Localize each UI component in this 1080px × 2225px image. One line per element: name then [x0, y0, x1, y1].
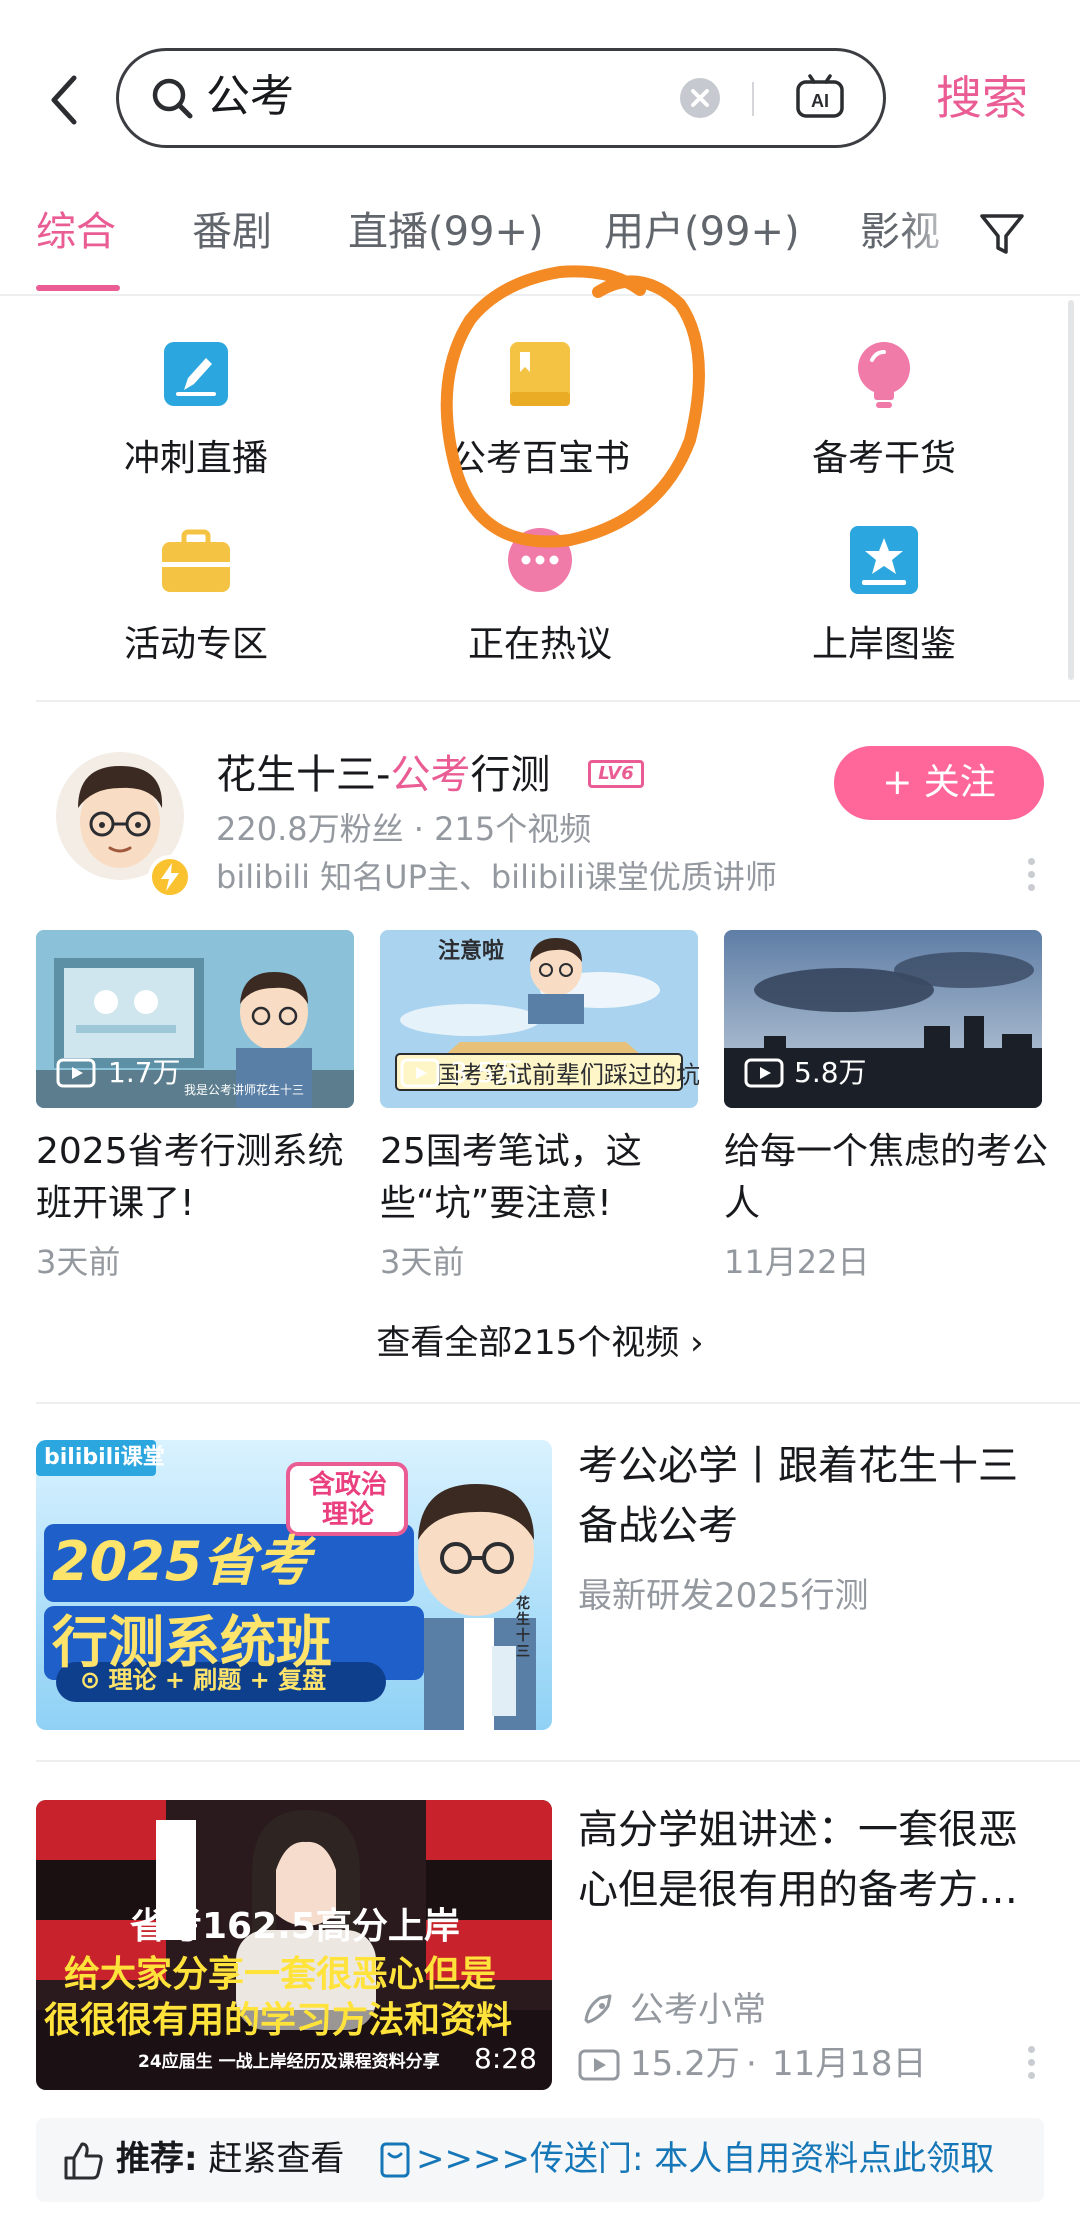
- video-title[interactable]: 考公必学丨跟着花生十三备战公考: [578, 1436, 1048, 1556]
- briefcase-icon: [162, 529, 230, 592]
- follow-button[interactable]: + 关注: [834, 746, 1044, 820]
- back-button[interactable]: [44, 70, 84, 130]
- meta-separator: ·: [746, 2044, 757, 2084]
- search-input[interactable]: 公考: [206, 66, 294, 128]
- entry-label: 公考百宝书: [449, 438, 630, 479]
- section-divider: [36, 1760, 1080, 1762]
- level-badge: LV6: [588, 760, 644, 788]
- filter-button[interactable]: [974, 206, 1030, 262]
- video-subtitle: 最新研发2025行测: [578, 1576, 869, 1616]
- view-all-videos-link[interactable]: 查看全部215个视频 ›: [0, 1318, 1080, 1368]
- video-title[interactable]: 2025省考行测系统班开课了!: [36, 1126, 366, 1230]
- video-duration: 8:28: [474, 2042, 537, 2075]
- view-count: 1.7万: [108, 1056, 181, 1089]
- chat-bubble-icon: [508, 528, 572, 592]
- chip: 理论: [108, 1666, 157, 1694]
- view-count: 5.8万: [794, 1056, 867, 1089]
- filter-icon: [980, 214, 1024, 254]
- play-count-icon: [400, 1058, 444, 1088]
- entry-label: 冲刺直播: [123, 438, 268, 479]
- video-date: 3天前: [380, 1243, 465, 1281]
- thumbnail-brand: bilibili课堂: [44, 1445, 165, 1470]
- entry-label: 正在热议: [467, 624, 612, 665]
- chevron-left-icon: [51, 75, 77, 125]
- recommend-body: 赶紧查看: [208, 2139, 345, 2179]
- thumbnail-headline: 给大家分享一套很恶心但是: [64, 1954, 497, 1995]
- up-name[interactable]: 花生十三-公考行测: [216, 746, 550, 804]
- video-date: 3天前: [36, 1243, 121, 1281]
- play-count-icon: [744, 1058, 788, 1088]
- view-count: 15.2万: [630, 2044, 740, 2084]
- play-count-icon: [578, 2048, 622, 2082]
- thumbs-up-icon: [62, 2140, 104, 2182]
- entry-label: 备考干货: [811, 438, 956, 479]
- video-title[interactable]: 给每一个焦虑的考公人: [724, 1126, 1054, 1230]
- clear-search-button[interactable]: [680, 78, 720, 118]
- search-icon: [148, 74, 196, 122]
- video-title[interactable]: 高分学姐讲述：一套很恶心但是很有用的备考方…: [578, 1800, 1048, 1920]
- up-stats: 220.8万粉丝 · 215个视频: [216, 810, 592, 848]
- thumbnail-caption: 注意啦: [438, 939, 505, 964]
- thumbnail-headline: 很很很有用的学习方法和资料: [44, 2000, 513, 2041]
- search-divider: [752, 82, 754, 116]
- tab-anime[interactable]: 番剧: [192, 202, 272, 262]
- search-button[interactable]: 搜索: [936, 66, 1028, 130]
- close-icon: [691, 89, 709, 107]
- recommend-link[interactable]: >>>>传送门: 本人自用资料点此领取: [416, 2132, 994, 2186]
- thumbnail-caption: 花生十三: [516, 1596, 530, 1660]
- view-count: 3.5万: [450, 1056, 523, 1089]
- video-date: 11月18日: [772, 2044, 927, 2084]
- star-card-icon: [850, 526, 918, 594]
- up-name-prefix: 花生十三-: [216, 752, 391, 798]
- recommend-text[interactable]: 推荐: 赶紧查看: [116, 2132, 344, 2186]
- verified-badge: [148, 855, 192, 899]
- video-title[interactable]: 25国考笔试，这些“坑”要注意!: [380, 1126, 710, 1230]
- uploader-name[interactable]: 公考小常: [630, 1986, 766, 2034]
- link-icon: [378, 2140, 412, 2180]
- thumbnail-headline: 2025省考: [52, 1530, 311, 1593]
- up-name-suffix: 行测: [470, 752, 551, 798]
- lightning-icon: [161, 863, 179, 891]
- play-count-icon: [56, 1058, 100, 1088]
- chip: 复盘: [278, 1666, 327, 1694]
- thumbnail-tag: 含政治理论: [308, 1470, 387, 1530]
- svg-text:AI: AI: [811, 91, 829, 111]
- tabs-border: [0, 294, 1080, 296]
- chip: 刷题: [193, 1666, 242, 1694]
- ai-icon: AI: [796, 74, 844, 118]
- more-options-icon[interactable]: [1026, 858, 1036, 898]
- tab-live[interactable]: 直播(99+): [348, 202, 544, 262]
- thumbnail-caption: 24应届生 一战上岸经历及课程资料分享: [138, 2052, 440, 2072]
- section-divider: [36, 700, 1080, 702]
- recommend-label: 推荐:: [116, 2139, 198, 2179]
- entry-label: 活动专区: [123, 624, 268, 665]
- uploader-icon: [578, 1990, 618, 2030]
- up-name-highlight: 公考: [390, 752, 471, 798]
- video-date: 11月22日: [724, 1243, 870, 1281]
- active-tab-indicator: [36, 285, 120, 291]
- lightbulb-icon: [858, 342, 910, 408]
- ai-search-button[interactable]: AI: [794, 72, 846, 124]
- tab-users[interactable]: 用户(99+): [604, 202, 800, 262]
- scrollbar[interactable]: [1068, 300, 1074, 680]
- tabs-fade: [900, 196, 970, 272]
- tab-comprehensive[interactable]: 综合: [36, 202, 116, 262]
- thumbnail-chips: ⊙ 理论 + 刷题 + 复盘: [80, 1666, 327, 1694]
- section-divider: [36, 1402, 1080, 1404]
- more-options-icon[interactable]: [1026, 2046, 1036, 2086]
- up-description: bilibili 知名UP主、bilibili课堂优质讲师: [216, 858, 777, 896]
- entry-label: 上岸图鉴: [811, 624, 956, 665]
- book-icon: [510, 342, 570, 406]
- thumbnail-caption: 我是公考讲师花生十三: [184, 1083, 305, 1097]
- pen-board-icon: [164, 342, 228, 406]
- thumbnail-headline: 省考162.5高分上岸: [130, 1906, 460, 1947]
